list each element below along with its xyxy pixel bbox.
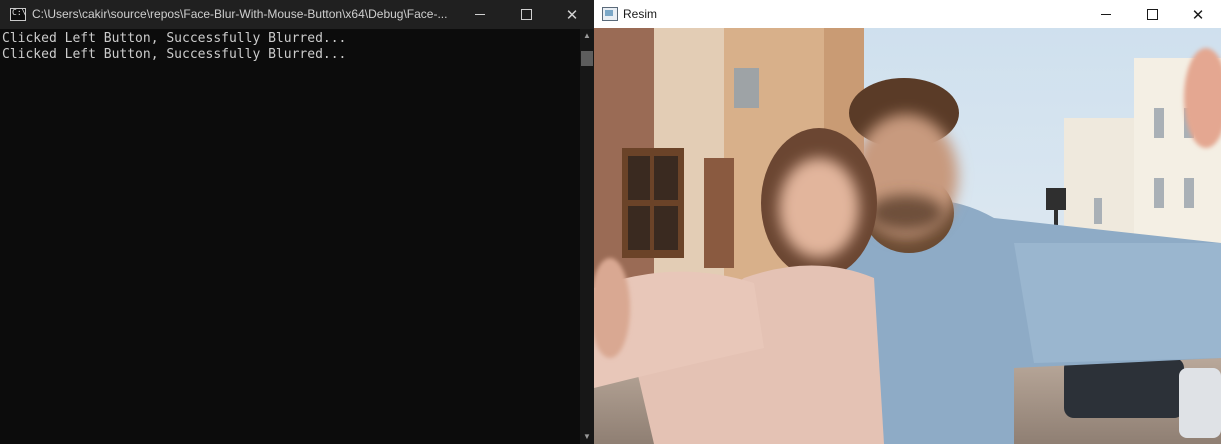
image-close-button[interactable]: ✕ [1175,0,1221,29]
console-close-button[interactable]: ✕ [549,0,595,29]
close-icon: ✕ [1191,5,1205,24]
close-icon: ✕ [565,5,579,24]
console-minimize-button[interactable] [457,0,503,29]
scroll-up-arrow-icon[interactable]: ▲ [580,29,594,43]
console-title-bar[interactable]: C:\ C:\Users\cakir\source\repos\Face-Blu… [0,0,594,29]
scrollbar-thumb[interactable] [581,51,593,66]
console-line: Clicked Left Button, Successfully Blurre… [2,31,347,46]
console-maximize-button[interactable] [503,0,549,29]
image-window-title: Resim [623,7,658,21]
maximize-icon [1146,9,1158,20]
console-window-title: C:\Users\cakir\source\repos\Face-Blur-Wi… [32,7,448,21]
image-window: Resim ✕ [594,0,1221,444]
scroll-down-arrow-icon[interactable]: ▼ [580,430,594,444]
console-output[interactable]: Clicked Left Button, Successfully Blurre… [0,29,580,444]
console-app-icon: C:\ [10,8,26,21]
image-title-bar[interactable]: Resim ✕ [594,0,1221,28]
console-window: C:\ C:\Users\cakir\source\repos\Face-Blu… [0,0,594,444]
minimize-icon [475,14,485,15]
maximize-icon [520,9,532,20]
image-maximize-button[interactable] [1129,0,1175,29]
image-minimize-button[interactable] [1083,0,1129,29]
photo-illustration [594,28,1221,444]
image-window-icon [602,7,618,21]
console-scrollbar[interactable]: ▲ ▼ [580,29,594,444]
blurred-photo[interactable] [594,28,1221,444]
minimize-icon [1101,14,1111,15]
console-line: Clicked Left Button, Successfully Blurre… [2,47,347,62]
